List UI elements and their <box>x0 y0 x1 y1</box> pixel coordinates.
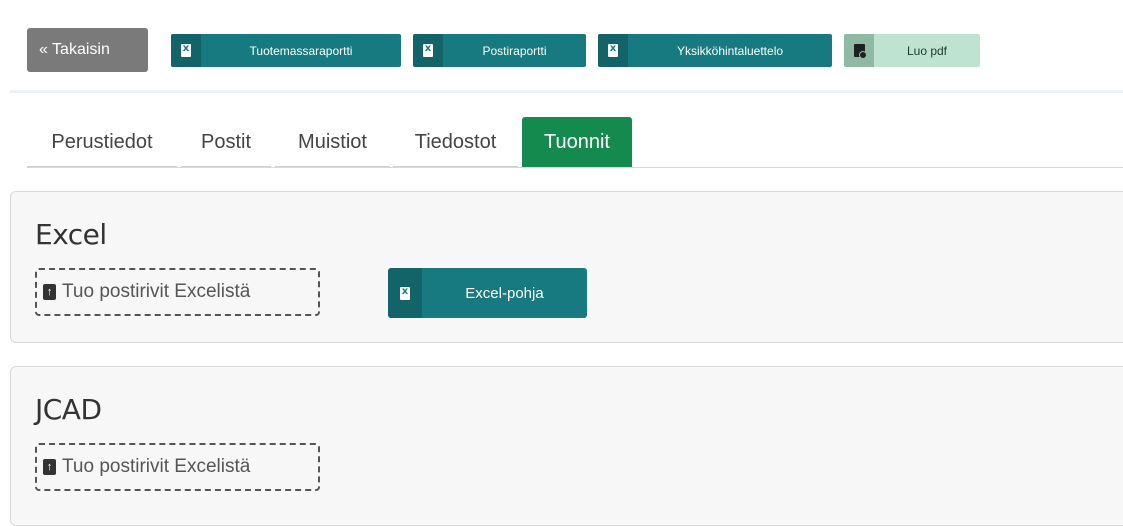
button-label: Excel-pohja <box>465 284 544 302</box>
product-mass-report-button[interactable]: Tuotemassaraportti <box>171 34 401 67</box>
excel-file-icon <box>413 34 443 67</box>
tab-muistiot[interactable]: Muistiot <box>275 117 390 168</box>
button-label: Tuotemassaraportti <box>249 43 353 58</box>
post-report-button[interactable]: Postiraportti <box>413 34 586 67</box>
tab-postit[interactable]: Postit <box>181 117 271 168</box>
jcad-section: JCAD Tuo postirivit Excelistä <box>10 366 1123 526</box>
file-upload-icon <box>43 459 56 475</box>
excel-template-button[interactable]: Excel-pohja <box>388 268 587 318</box>
file-upload-icon <box>43 284 56 300</box>
jcad-import-dropzone[interactable]: Tuo postirivit Excelistä <box>35 443 320 491</box>
dropzone-label: Tuo postirivit Excelistä <box>62 456 251 477</box>
excel-file-icon <box>598 34 628 67</box>
dropzone-label: Tuo postirivit Excelistä <box>62 281 251 302</box>
create-pdf-button[interactable]: Luo pdf <box>844 34 980 67</box>
section-title: Excel <box>35 218 107 251</box>
excel-import-dropzone[interactable]: Tuo postirivit Excelistä <box>35 268 320 316</box>
top-toolbar: « Takaisin Tuotemassaraportti Postirapor… <box>0 0 1123 90</box>
tab-perustiedot[interactable]: Perustiedot <box>27 117 177 168</box>
tabs-underline <box>27 167 1123 168</box>
toolbar-divider <box>10 90 1123 93</box>
unit-price-list-button[interactable]: Yksikköhintaluettelo <box>598 34 832 67</box>
back-button[interactable]: « Takaisin <box>27 28 148 72</box>
button-label: Yksikköhintaluettelo <box>676 43 784 58</box>
tab-tiedostot[interactable]: Tiedostot <box>393 117 518 168</box>
pdf-file-icon <box>844 34 874 67</box>
excel-file-icon <box>171 34 201 67</box>
section-title: JCAD <box>35 393 102 426</box>
button-label: Postiraportti <box>482 43 547 58</box>
excel-file-icon <box>388 268 422 318</box>
button-label: Luo pdf <box>906 43 948 58</box>
excel-section: Excel Tuo postirivit Excelistä Excel-poh… <box>10 191 1123 343</box>
tab-tuonnit[interactable]: Tuonnit <box>522 117 632 168</box>
